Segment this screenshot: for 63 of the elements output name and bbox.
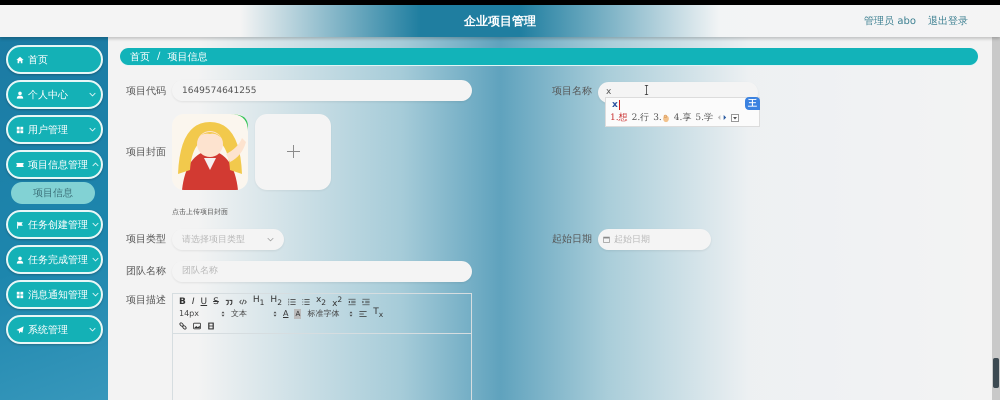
format-button[interactable]: B: [179, 296, 186, 306]
bullet-list-icon[interactable]: [302, 298, 310, 306]
align-left-icon[interactable]: [359, 310, 368, 318]
input-field[interactable]: 1649574641255: [172, 80, 472, 102]
format-button[interactable]: H$_{1}$: [252, 295, 264, 308]
format-button[interactable]: x$^{2}$: [332, 294, 342, 308]
person-icon: [16, 256, 24, 264]
quote-icon[interactable]: [224, 298, 233, 306]
app-title: 企业项目管理: [464, 12, 536, 30]
image-icon[interactable]: [193, 322, 201, 330]
field-label: 起始日期: [552, 232, 593, 246]
toolbar-select[interactable]: 14px: [179, 309, 225, 318]
ticket-icon: [16, 160, 24, 168]
home-icon: [16, 56, 24, 64]
field-label: 项目封面: [126, 146, 167, 158]
updown-icon: [221, 310, 225, 316]
clear-format-button[interactable]: T$_{x}$: [373, 307, 384, 320]
logout-link[interactable]: 退出登录: [928, 14, 968, 28]
format-button[interactable]: S: [213, 296, 219, 306]
calendar-icon: [603, 236, 610, 242]
user-name: 管理员 abo: [864, 15, 916, 28]
outdent-icon[interactable]: [348, 298, 356, 306]
person-icon: [16, 90, 24, 98]
code-icon[interactable]: [238, 298, 247, 306]
text-cursor-icon: [644, 85, 649, 95]
font-color-button[interactable]: A: [283, 308, 288, 318]
format-button[interactable]: x$_{2}$: [316, 295, 326, 308]
film-icon[interactable]: [207, 322, 215, 330]
breadcrumb-separator: /: [157, 51, 160, 62]
grid-icon: [16, 126, 24, 134]
grid-icon: [16, 290, 24, 298]
upload-tile[interactable]: [255, 114, 331, 190]
indent-icon[interactable]: [362, 298, 370, 306]
numbered-list-icon[interactable]: [288, 298, 296, 306]
ime-candidate[interactable]: 2.行: [632, 111, 650, 124]
ime-candidate[interactable]: 3.: [653, 112, 670, 122]
ime-composition: x: [612, 100, 618, 110]
paper-plane-icon: [16, 326, 24, 334]
format-button[interactable]: H$_{2}$: [270, 295, 282, 308]
ime-candidate[interactable]: 5.学: [695, 111, 713, 124]
updown-icon: [349, 310, 354, 316]
plus-icon: [286, 145, 300, 158]
ime-candidate[interactable]: 4.享: [674, 111, 692, 124]
field-label: 项目类型: [126, 232, 167, 246]
field-label: 团队名称: [126, 265, 167, 278]
breadcrumb-current: 项目信息: [167, 50, 208, 64]
hand-emoji-icon: [662, 112, 670, 122]
field-label: 项目名称: [552, 84, 593, 98]
flag-icon: [16, 220, 24, 228]
input-field[interactable]: 团队名称: [172, 260, 472, 282]
page-arrows-icon[interactable]: [716, 114, 727, 121]
toolbar-select[interactable]: 标准字体: [307, 308, 354, 319]
updown-icon: [273, 310, 277, 316]
link-icon[interactable]: [179, 322, 187, 330]
ime-badge: 王: [745, 97, 760, 110]
field-label: 项目代码: [126, 84, 167, 98]
field-label: 项目描述: [126, 294, 167, 306]
toolbar-select[interactable]: 文本: [231, 308, 277, 319]
scrollbar[interactable]: [992, 37, 1000, 400]
format-button[interactable]: U: [200, 296, 208, 306]
format-button[interactable]: I: [192, 296, 195, 306]
ime-candidate[interactable]: 1.想: [610, 111, 628, 124]
dropdown-icon[interactable]: [730, 114, 739, 122]
